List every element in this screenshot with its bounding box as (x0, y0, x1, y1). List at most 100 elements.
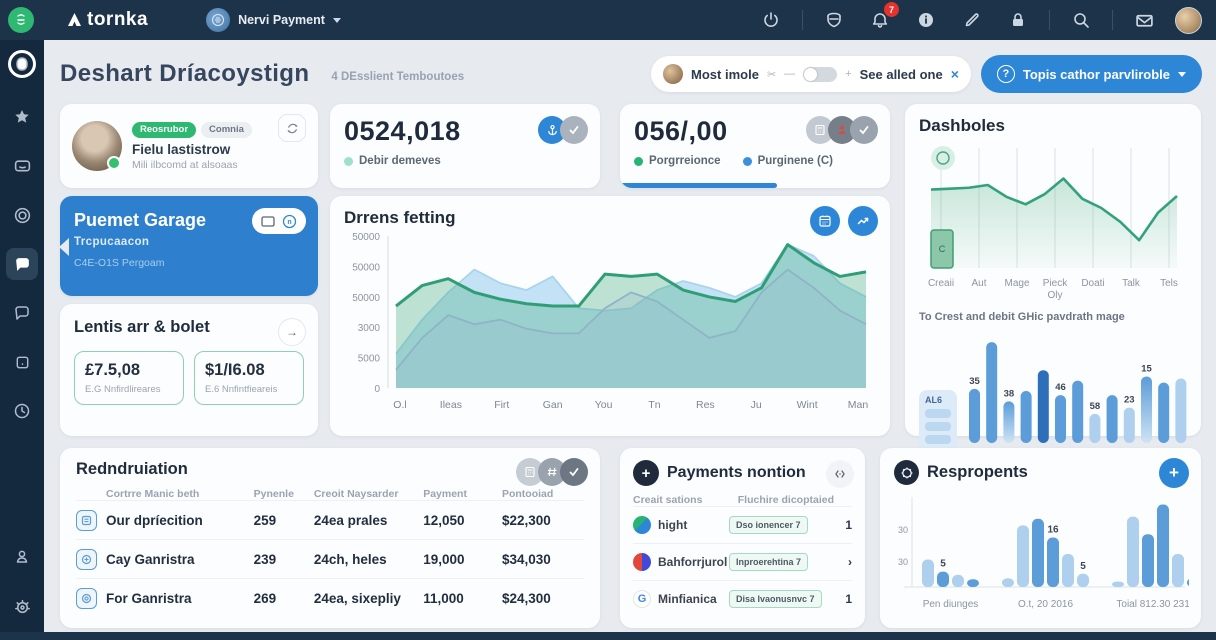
garage-card[interactable]: Puemet Garage Trcpucaacon C4E-O1S Pergoa… (60, 196, 318, 296)
svg-text:35: 35 (969, 376, 980, 387)
bars-caption: To Crest and debit GHic pavdrath mage (919, 311, 1125, 323)
table-row[interactable]: Our dpríecition 259 24ea prales 12,050 $… (76, 500, 584, 539)
svg-text:58: 58 (1090, 401, 1101, 412)
close-icon[interactable]: × (951, 66, 959, 82)
pill-avatar (663, 64, 684, 84)
divider (1049, 10, 1050, 30)
mini-chip (925, 435, 951, 444)
svg-text:Tels: Tels (1160, 278, 1178, 289)
payment-row[interactable]: Bahforrjurol Inproerehtina 7 › (633, 543, 852, 580)
user-avatar[interactable] (1175, 6, 1202, 34)
table-row[interactable]: Cay Ganristra 239 24ch, heles 19,000 $34… (76, 539, 584, 578)
status-badge-green: Reosrubor (132, 121, 197, 138)
table-header: Cortrre Manic beth Pynenle Creoit Naysar… (76, 488, 584, 500)
check-icon[interactable] (560, 458, 588, 486)
sidebar-item-chat-active[interactable] (6, 248, 38, 280)
svg-text:Gan: Gan (543, 399, 563, 411)
expand-button[interactable] (826, 460, 854, 488)
pay-col-2: Fluchire dicoptaied (737, 494, 834, 506)
card-icon (16, 356, 28, 368)
svg-text:Res: Res (696, 399, 715, 411)
notification-badge: 7 (884, 2, 899, 17)
check-icon[interactable] (850, 116, 878, 144)
cell-payment: 11,000 (423, 590, 464, 606)
svg-text:Oly: Oly (1048, 290, 1063, 301)
nav-payment-dropdown[interactable]: Nervi Payment (206, 8, 341, 32)
header-filter-pill[interactable]: Most imole ✂ — + See alled one × (651, 56, 971, 92)
svg-text:50000: 50000 (352, 293, 380, 304)
payment-row[interactable]: G Minfianica Disa Ivaonusnvc 7 1 (633, 580, 852, 617)
bell-icon[interactable]: 7 (865, 2, 899, 35)
bottom-bar (0, 632, 1216, 640)
calendar-icon[interactable] (810, 206, 840, 236)
payment-coin-icon (206, 8, 231, 32)
svg-text:C: C (939, 244, 946, 254)
profile-card: Reosrubor Comnia Fielu lastistrow Mili i… (60, 104, 318, 188)
svg-text:50000: 50000 (352, 232, 380, 243)
sidebar-item-target[interactable] (6, 199, 38, 231)
primary-action-button[interactable]: ? Topis cathor parvliroble (980, 55, 1202, 93)
divider (802, 10, 803, 30)
svg-text:Firt: Firt (494, 399, 509, 411)
refresh-button[interactable] (278, 114, 306, 142)
svg-text:Pen diunges: Pen diunges (923, 599, 979, 610)
dashboles-card: Dashboles Creaii Aut Mage Pieck Oly Doati Talk… (905, 104, 1201, 482)
add-button[interactable]: + (1159, 458, 1189, 488)
main-content: Deshart Dríacoystign 4 DEsslient Tembout… (44, 40, 1216, 632)
sidebar-item-monitor[interactable] (6, 150, 38, 182)
mail-icon[interactable] (1129, 5, 1159, 35)
col-header: Pynenle (253, 488, 294, 500)
garage-actions[interactable]: n (252, 208, 306, 234)
power-icon[interactable] (756, 5, 786, 35)
payment-row[interactable]: hight Dso ionencer 7 1 (633, 506, 852, 543)
shield-icon[interactable] (819, 5, 849, 35)
pencil-icon[interactable] (957, 5, 987, 35)
col-header: Cortrre Manic beth (106, 488, 200, 500)
sidebar-item-profile[interactable] (6, 541, 38, 573)
col-header: Payment (423, 488, 467, 500)
sidebar-item-favorites[interactable] (6, 101, 38, 133)
see-all-link[interactable]: See alled one (860, 67, 943, 82)
sidebar-item-history[interactable] (6, 395, 38, 427)
ring-icon (76, 587, 97, 609)
sidebar-item-card[interactable] (6, 346, 38, 378)
brand-name: tornka (87, 9, 149, 30)
lock-icon[interactable] (1003, 5, 1033, 35)
svg-text:Aut: Aut (971, 278, 986, 289)
drrens-chart-card: Drrens fetting 50000 50000 50000 3000 5000 0 O… (330, 196, 890, 436)
brand-triangle-icon (68, 12, 81, 26)
cell-pynenle: 259 (253, 512, 277, 528)
amount-box-gbp[interactable]: £7.5,08 E.G Nnfirdlireares (74, 351, 184, 405)
check-icon[interactable] (560, 116, 588, 144)
dashboles-title: Dashboles (919, 116, 1005, 135)
col-header: Pontooiad (501, 488, 554, 500)
gear-icon (14, 599, 30, 613)
sidebar-item-settings[interactable] (6, 590, 38, 622)
svg-text:O.l: O.l (393, 399, 406, 411)
info-icon[interactable] (911, 5, 941, 35)
header-toggle[interactable] (803, 66, 838, 82)
amount-box-usd[interactable]: $1/I6.08 E.6 Nnfintfieareis (194, 351, 304, 405)
sidebar-logo-icon[interactable] (8, 50, 36, 78)
payment-name: Bahforrjurol (658, 555, 728, 569)
brand-logo[interactable]: tornka (66, 9, 148, 31)
sidebar-item-bubble[interactable] (6, 297, 38, 329)
svg-text:Creaii: Creaii (928, 278, 954, 289)
svg-text:46: 46 (1055, 382, 1066, 393)
page-subtitle: 4 DEsslient Temboutoes (331, 71, 465, 83)
status-badge-gray: Comnia (201, 121, 252, 138)
question-icon: ? (996, 65, 1015, 83)
svg-text:30: 30 (898, 525, 908, 535)
table-row[interactable]: For Ganristra 269 24ea, sixepliy 11,000 … (76, 578, 584, 617)
clock-icon (14, 403, 30, 419)
cell-pontooiad: $24,300 (501, 590, 551, 606)
payment-value: › (848, 555, 852, 569)
amount-value: £7.5,08 (85, 361, 141, 379)
svg-text:O.t, 20 2016: O.t, 20 2016 (1018, 599, 1073, 610)
bubble-icon (15, 306, 29, 320)
chart-trend-icon[interactable] (848, 206, 878, 236)
arrow-button[interactable]: → (278, 318, 306, 346)
primary-action-label: Topis cathor parvliroble (1022, 66, 1170, 82)
search-icon[interactable] (1066, 5, 1096, 35)
sidebar (0, 40, 44, 632)
